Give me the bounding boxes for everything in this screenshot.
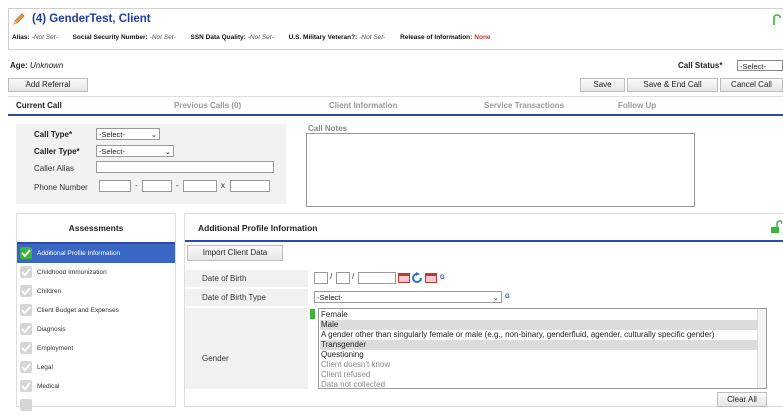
ssn-value: -Not Set- (149, 34, 176, 41)
dob-label: Date of Birth (202, 274, 247, 283)
assessment-item[interactable]: Client Budget and Expenses (17, 301, 175, 320)
save-button[interactable]: Save (580, 78, 625, 92)
tab-service-transactions[interactable]: Service Transactions (476, 96, 610, 114)
client-meta: Alias: -Not Set- Social Security Number: -… (12, 34, 491, 41)
tab-follow-up[interactable]: Follow Up (610, 96, 783, 114)
ssn-quality-label: SSN Data Quality: (190, 34, 246, 41)
call-form: Call Type* -Select- ⌄ Caller Type* -Selec… (16, 124, 286, 204)
call-notes-label: Call Notes (308, 124, 348, 133)
phone-prefix-input[interactable] (142, 180, 172, 192)
gender-option[interactable]: Questioning (321, 350, 364, 360)
checkmark-icon (20, 304, 32, 316)
checkmark-icon (20, 266, 32, 278)
history-g-icon[interactable]: G (505, 294, 510, 300)
caller-alias-input[interactable] (96, 161, 274, 173)
dob-day-input[interactable] (336, 272, 350, 284)
assessment-item[interactable]: Additional Profile Information (17, 244, 175, 263)
age-field: Age: Unknown (10, 61, 63, 70)
call-type-select[interactable]: -Select- ⌄ (96, 128, 160, 140)
date-separator: / (352, 272, 355, 281)
tab-bar: Current Call Previous Calls (0) Client I… (8, 96, 783, 116)
listbox-scrollbar[interactable] (757, 309, 766, 388)
row-bg (185, 308, 308, 389)
client-name[interactable]: (4) GenderTest, Client (32, 13, 151, 25)
assessment-item[interactable]: Childhood Immunization (17, 263, 175, 282)
phone-separator: - (135, 181, 138, 190)
checkmark-icon (20, 361, 32, 373)
checkmark-icon (20, 380, 32, 392)
profile-title: Additional Profile Information (185, 214, 783, 242)
assessment-item[interactable]: Legal (17, 358, 175, 377)
tab-previous-calls[interactable]: Previous Calls (0) (166, 96, 321, 114)
ssn-label: Social Security Number: (72, 34, 148, 41)
release-label: Release of Information: (400, 34, 473, 41)
age-label: Age: (10, 61, 28, 70)
phone-number-label: Phone Number (34, 183, 88, 192)
checkmark-icon (20, 285, 32, 297)
gender-option[interactable]: Transgender (320, 340, 759, 350)
cancel-call-button[interactable]: Cancel Call (720, 78, 783, 92)
phone-separator: - (176, 181, 179, 190)
assessments-title: Assessments (17, 214, 175, 244)
gender-option[interactable]: Male (320, 320, 759, 330)
tab-current-call[interactable]: Current Call (8, 96, 166, 114)
caller-type-label: Caller Type* (34, 147, 80, 156)
pencil-icon[interactable] (12, 12, 26, 26)
save-end-call-button[interactable]: Save & End Call (627, 78, 718, 92)
dob-type-select[interactable]: -Select- ⌄ (314, 291, 502, 303)
release-value: None (474, 34, 491, 41)
dob-type-label: Date of Birth Type (202, 293, 266, 302)
gender-option[interactable]: Client doesn't know (321, 360, 390, 370)
caller-alias-label: Caller Alias (34, 164, 75, 173)
checkmark-icon (20, 323, 32, 335)
call-status-select[interactable]: -Select- (737, 60, 783, 71)
age-value: Unknown (30, 61, 64, 70)
call-status-label: Call Status* (678, 61, 723, 70)
phone-area-input[interactable] (99, 180, 131, 192)
veteran-label: U.S. Military Veteran?: (288, 34, 358, 41)
calendar-icon[interactable] (425, 272, 437, 283)
gender-option[interactable]: Data not collected (321, 380, 385, 388)
gender-option[interactable]: A gender other than singularly female or… (321, 330, 714, 340)
date-separator: / (330, 272, 333, 281)
gender-label: Gender (202, 354, 229, 363)
ssn-quality-value: -Not Set- (247, 34, 274, 41)
assessment-item[interactable]: Employment (17, 339, 175, 358)
checkmark-icon (20, 399, 32, 411)
calendar-icon[interactable] (398, 272, 410, 283)
unlock-icon[interactable] (770, 220, 782, 234)
clear-all-button[interactable]: Clear All (717, 392, 767, 407)
gender-option[interactable]: Client refused (321, 370, 370, 380)
assessment-item[interactable]: Children (17, 282, 175, 301)
assessment-item[interactable] (17, 396, 175, 415)
phone-extension-input[interactable] (230, 180, 270, 192)
assessments-panel: Assessments Additional Profile Informati… (16, 213, 176, 411)
gender-listbox[interactable]: Female Male A gender other than singular… (318, 308, 767, 389)
phone-extension-separator: x (221, 181, 225, 190)
assessment-item[interactable]: Diagnosis (17, 320, 175, 339)
gender-option[interactable]: Female (321, 310, 348, 320)
import-client-data-button[interactable]: Import Client Data (187, 245, 283, 261)
phone-line-input[interactable] (183, 180, 217, 192)
call-type-label: Call Type* (34, 130, 73, 139)
call-notes-textarea[interactable] (306, 133, 695, 207)
checkmark-icon (20, 247, 32, 259)
alias-value: -Not Set- (31, 34, 58, 41)
required-indicator (310, 309, 315, 319)
alias-label: Alias: (12, 34, 30, 41)
veteran-value: -Not Set- (359, 34, 386, 41)
dob-year-input[interactable] (358, 272, 396, 284)
refresh-icon[interactable] (411, 272, 423, 284)
tab-client-information[interactable]: Client Information (321, 96, 476, 114)
dob-month-input[interactable] (314, 272, 328, 284)
assessment-item[interactable]: Medical (17, 377, 175, 396)
caller-type-select[interactable]: -Select- ⌄ (96, 145, 174, 157)
add-referral-button[interactable]: Add Referral (8, 78, 88, 92)
checkmark-icon (20, 342, 32, 354)
hook-icon[interactable] (772, 14, 782, 26)
history-g-icon[interactable]: G (440, 275, 445, 281)
